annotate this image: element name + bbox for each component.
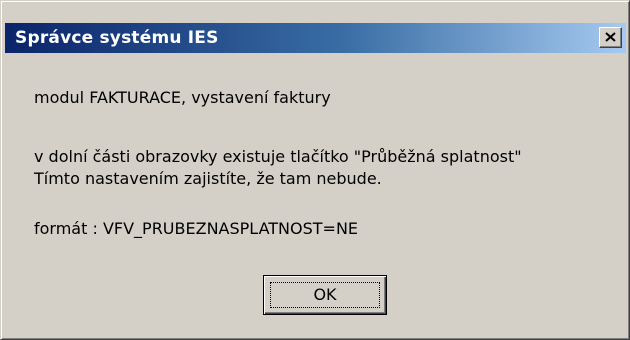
message-line-effect: Tímto nastavením zajistíte, že tam nebud… <box>34 169 382 188</box>
title-bar[interactable]: Správce systému IES <box>5 23 626 53</box>
ok-button-label: OK <box>313 285 337 304</box>
message-line-format: formát : VFV_PRUBEZNASPLATNOST=NE <box>34 219 359 238</box>
window-title: Správce systému IES <box>15 28 219 48</box>
message-line-description: v dolní části obrazovky existuje tlačítk… <box>34 147 522 166</box>
close-button[interactable] <box>599 27 622 48</box>
message-line-module: modul FAKTURACE, vystavení faktury <box>34 88 331 107</box>
ok-button[interactable]: OK <box>263 275 387 315</box>
message-dialog: Správce systému IES modul FAKTURACE, vys… <box>0 0 630 340</box>
close-icon <box>605 32 616 42</box>
